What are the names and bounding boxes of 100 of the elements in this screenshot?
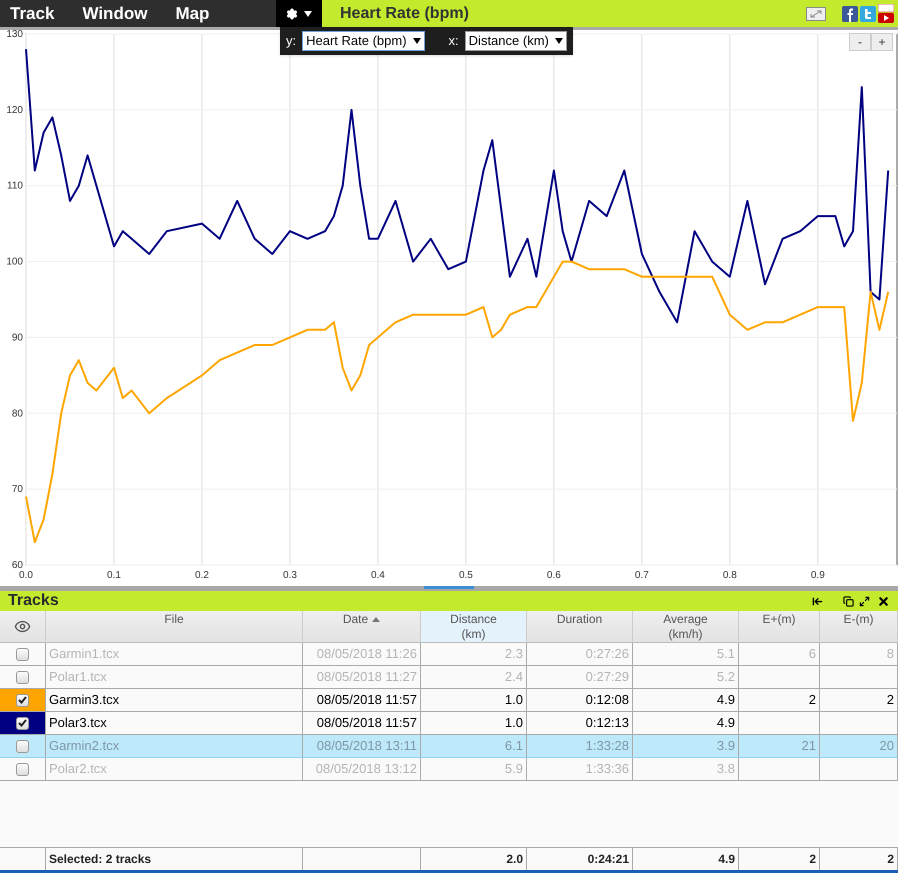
column-header[interactable]: Average (km/h) [633,611,739,642]
column-header[interactable]: Distance (km) [421,611,527,642]
table-cell-text: 0:27:29 [586,668,629,686]
close-icon[interactable] [877,594,890,608]
total-cell-text: 2 [887,851,894,868]
checkmark-icon [18,696,27,704]
table-cell-text: 4.9 [716,691,735,710]
x-tick-label: 0.3 [282,570,297,581]
table-cell-text: Garmin3.tcx [49,691,120,710]
zoom-button[interactable]: - [849,33,871,51]
table-cell-text: 08/05/2018 11:57 [316,691,417,710]
table-cell-text: 3.9 [716,737,735,756]
facebook-icon[interactable] [842,6,858,22]
total-cell-text: 0:24:21 [588,851,629,868]
table-cell-text: 08/05/2018 13:11 [316,737,417,756]
table-row[interactable]: Polar3.tcx 08/05/2018 11:57 1.0 0:12:13 4.9 [0,712,898,735]
menu-item[interactable]: Track [10,0,54,26]
table-cell-text: 2.3 [504,645,523,664]
y-axis-dropdown[interactable]: Heart Rate (bpm) [302,31,425,51]
x-tick-label: 0.0 [19,570,33,581]
table-cell-text: 08/05/2018 13:12 [316,760,417,778]
table-cell-text: Garmin1.tcx [49,645,120,664]
column-header[interactable]: E+(m) [739,611,820,642]
column-label: E-(m) [844,612,874,627]
table-cell-text: 1.0 [504,691,523,710]
x-tick-label: 0.8 [722,570,737,581]
table-cell-text: Polar2.tcx [49,760,107,778]
settings-icon [286,8,298,20]
row-checkbox[interactable] [16,670,29,684]
column-label: Duration [556,612,602,627]
x-tick-label: 0.2 [195,570,209,581]
table-cell-text: 1.0 [504,714,523,732]
y-tick-label: 100 [6,256,23,268]
total-cell-text: 2.0 [506,851,523,868]
row-checkbox[interactable] [16,762,29,776]
youtube-icon[interactable] [878,4,894,24]
table-cell-text: 2 [808,691,816,710]
table-cell-text: 0:27:26 [586,645,629,664]
y-tick-label: 110 [7,180,23,192]
table-cell-text: 1:33:28 [586,737,629,756]
column-label: File [164,612,184,627]
x-tick-label: 0.4 [370,570,385,581]
table-cell-text: Garmin2.tcx [49,737,120,756]
table-cell-text: Polar3.tcx [49,714,107,732]
caret-icon [554,38,563,44]
menu-item[interactable]: Map [175,0,210,26]
eye-icon [14,618,31,635]
row-checkbox[interactable] [16,716,29,730]
dock-left-icon[interactable] [812,596,823,606]
row-checkbox[interactable] [16,694,29,706]
column-label: Distance (km) [449,612,498,642]
x-tick-label: 0.1 [107,570,121,581]
column-label: Date [342,612,368,627]
checkmark-icon [18,719,27,727]
table-cell-text: 5.2 [716,668,735,686]
menu-item[interactable]: Window [82,0,148,26]
table-cell-text: Polar1.tcx [49,668,107,686]
table-cell-text: 08/05/2018 11:57 [316,714,417,732]
table-cell-text: 4.9 [716,714,735,732]
x-tick-label: 0.7 [634,570,649,581]
y-axis-label: y: [286,32,296,50]
y-tick-label: 90 [12,332,23,344]
y-tick-label: 80 [12,408,23,420]
column-header[interactable]: Duration [527,611,633,642]
column-header[interactable]: File [46,611,303,642]
column-label: Average (km/h) [662,612,709,642]
table-cell-text: 5.9 [504,760,523,778]
expand-icon[interactable] [806,6,826,20]
table-row[interactable]: Garmin3.tcx 08/05/2018 11:57 1.0 0:12:08 4.9 2 2 [0,689,898,712]
maximize-icon[interactable] [859,596,870,606]
zoom-button[interactable]: + [871,33,893,51]
column-header[interactable]: E-(m) [820,611,898,642]
table-cell-text: 1:33:36 [586,760,629,778]
table-cell-text: 6 [808,645,816,664]
total-cell-text: 2 [809,851,816,868]
total-cell-text: 4.9 [718,851,735,868]
table-cell-text: 08/05/2018 11:26 [316,645,417,664]
row-checkbox[interactable] [16,740,29,752]
row-checkbox[interactable] [16,648,29,660]
table-cell-text: 5.1 [716,645,735,664]
x-axis-dropdown[interactable]: Distance (km) [464,31,567,51]
settings-button[interactable] [276,0,322,30]
x-tick-label: 0.9 [810,570,825,581]
table-cell-text: 0:12:13 [586,714,629,732]
restore-icon[interactable] [843,596,854,606]
caret-icon [304,10,312,16]
chart-title: Heart Rate (bpm) [340,4,469,24]
column-label: E+(m) [762,612,796,627]
y-tick-label: 120 [6,104,23,116]
table-cell-text: 3.8 [716,760,735,778]
y-tick-label: 130 [6,30,23,40]
selection-summary: Selected: 2 tracks [49,851,152,868]
table-cell-text: 8 [886,645,894,664]
y-tick-label: 60 [12,560,23,571]
table-cell-text: 0:12:08 [586,691,629,710]
x-tick-label: 0.5 [458,570,473,581]
table-cell-text: 08/05/2018 11:27 [316,668,417,686]
x-axis-label: x: [448,32,459,50]
panel-title: Tracks [8,591,59,611]
y-tick-label: 70 [12,484,23,496]
